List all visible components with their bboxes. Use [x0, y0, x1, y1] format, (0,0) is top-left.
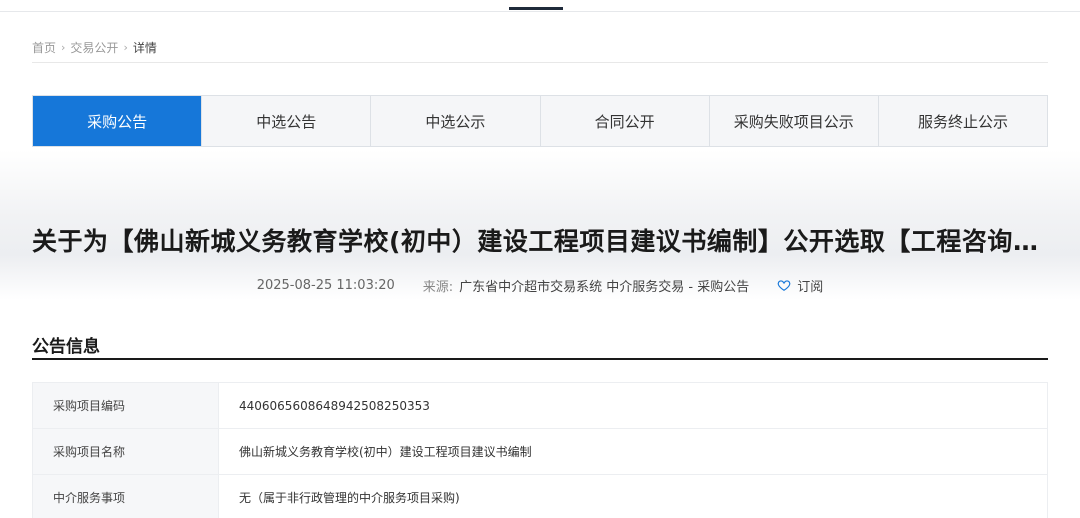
row-value: 4406065608648942508250353	[239, 398, 430, 413]
section-title-notice-info: 公告信息	[32, 337, 100, 357]
breadcrumb: 首页 › 交易公开 › 详情	[32, 38, 157, 56]
subscribe-label: 订阅	[797, 279, 824, 295]
tab-selection-announcement[interactable]: 中选公告	[202, 96, 372, 146]
table-row: 采购项目编码 4406065608648942508250353	[33, 383, 1047, 429]
breadcrumb-separator: ›	[123, 40, 128, 54]
notice-type-tabs: 采购公告 中选公告 中选公示 合同公开 采购失败项目公示 服务终止公示	[32, 95, 1048, 147]
tab-contract-public[interactable]: 合同公开	[541, 96, 710, 146]
breadcrumb-divider	[32, 62, 1048, 63]
top-nav-active-indicator	[509, 7, 563, 10]
table-row: 中介服务事项 无（属于非行政管理的中介服务项目采购)	[33, 475, 1047, 518]
tab-procurement-failure[interactable]: 采购失败项目公示	[710, 96, 879, 146]
section-divider	[32, 358, 1048, 360]
row-label: 采购项目编码	[33, 383, 219, 428]
source-label: 来源:	[422, 279, 454, 295]
table-row: 采购项目名称 佛山新城义务教育学校(初中）建设工程项目建议书编制	[33, 429, 1047, 475]
breadcrumb-home[interactable]: 首页	[32, 39, 56, 56]
publish-date: 2025-08-25 11:03:20	[256, 277, 395, 293]
row-label: 中介服务事项	[33, 475, 219, 518]
row-label: 采购项目名称	[33, 429, 219, 474]
row-value: 佛山新城义务教育学校(初中）建设工程项目建议书编制	[239, 445, 532, 459]
tab-service-termination[interactable]: 服务终止公示	[879, 96, 1047, 146]
heart-outline-icon	[777, 280, 791, 291]
row-value: 无（属于非行政管理的中介服务项目采购)	[239, 491, 460, 505]
page-title: 关于为【佛山新城义务教育学校(初中）建设工程项目建议书编制】公开选取【工程咨询机…	[32, 227, 1048, 256]
tab-procurement-notice[interactable]: 采购公告	[33, 96, 203, 146]
breadcrumb-trade-public[interactable]: 交易公开	[70, 39, 118, 56]
notice-info-table: 采购项目编码 4406065608648942508250353 采购项目名称 …	[32, 382, 1048, 518]
breadcrumb-current: 详情	[132, 40, 157, 55]
top-nav-bar	[0, 0, 1080, 12]
notice-meta: 2025-08-25 11:03:20 来源: 广东省中介超市交易系统 中介服务…	[0, 274, 1080, 296]
tab-selection-publicity[interactable]: 中选公示	[371, 96, 541, 146]
breadcrumb-separator: ›	[61, 40, 66, 54]
source-value: 广东省中介超市交易系统 中介服务交易 - 采购公告	[459, 279, 750, 295]
subscribe-button[interactable]: 订阅	[777, 276, 823, 295]
